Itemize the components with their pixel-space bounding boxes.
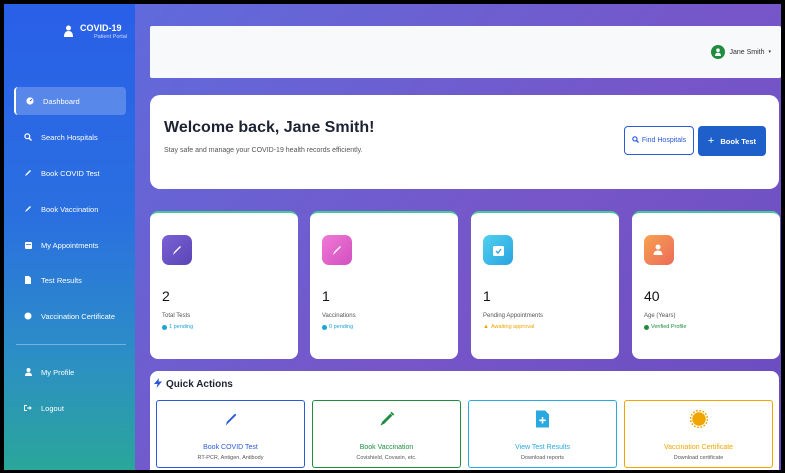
find-hospitals-button[interactable]: Find Hospitals	[624, 126, 694, 155]
sidebar-item-label: Search Hospitals	[41, 132, 98, 142]
quick-action-subtitle: Download reports	[520, 455, 565, 461]
quick-action-label: Vaccination Certificate	[663, 444, 734, 451]
find-hospitals-label: Find Hospitals	[641, 137, 687, 144]
quick-actions-title: Quick Actions	[154, 378, 233, 391]
stat-subtext-label: 0 pending	[329, 324, 354, 330]
sidebar-item-label: Book Vaccination	[41, 204, 99, 214]
logout-icon	[24, 404, 32, 412]
stat-subtext: ▲ Awaiting approval	[483, 324, 534, 330]
stat-label: Total Tests	[162, 313, 191, 319]
quick-action-label: Book Vaccination	[359, 444, 414, 451]
sidebar-item-label: My Profile	[41, 367, 75, 377]
top-bar: Jane Smith ▾	[150, 26, 781, 78]
avatar	[711, 45, 726, 59]
badge-icon	[24, 312, 32, 320]
quick-action-subtitle: Download certificate	[673, 455, 724, 461]
sidebar-item-label: Test Results	[41, 275, 82, 285]
sidebar-item-label: Vaccination Certificate	[41, 311, 116, 321]
quick-action-view-test-results[interactable]: View Test Results Download reports	[468, 400, 617, 468]
user-menu[interactable]: Jane Smith ▾	[711, 45, 771, 59]
sidebar-item-book-vaccination[interactable]: Book Vaccination	[14, 195, 126, 223]
stat-subtext-label: Awaiting approval	[490, 324, 535, 330]
user-icon	[24, 368, 32, 376]
chevron-down-icon: ▾	[768, 49, 771, 55]
stat-value: 1	[483, 288, 491, 304]
stat-value: 2	[162, 288, 170, 304]
stat-card-vaccinations: 1 Vaccinations 0 pending	[310, 211, 458, 359]
welcome-card: Welcome back, Jane Smith! Stay safe and …	[150, 95, 779, 189]
info-icon	[322, 324, 327, 330]
quick-action-vaccination-certificate[interactable]: Vaccination Certificate Download certifi…	[624, 400, 773, 468]
check-circle-icon	[644, 324, 649, 330]
stat-card-total-tests: 2 Total Tests 1 pending	[150, 211, 298, 359]
sidebar-item-test-results[interactable]: Test Results	[14, 266, 126, 294]
sidebar-item-label: My Appointments	[41, 240, 99, 250]
stat-label: Pending Appointments	[483, 313, 544, 319]
test-tube-icon	[162, 235, 192, 265]
sidebar-item-my-profile[interactable]: My Profile	[14, 358, 126, 386]
user-shield-icon	[62, 23, 74, 39]
stat-subtext-label: 1 pending	[169, 324, 194, 330]
book-test-label: Book Test	[720, 136, 757, 146]
quick-action-subtitle: Covishield, Covaxin, etc.	[356, 455, 417, 461]
brand-title: COVID-19	[80, 23, 122, 33]
stat-subtext: 0 pending	[322, 324, 353, 330]
quick-action-label: Book COVID Test	[203, 444, 258, 451]
syringe-icon	[313, 408, 460, 430]
page-title: Welcome back, Jane Smith!	[164, 119, 375, 136]
calendar-icon	[24, 241, 32, 249]
stat-value: 1	[322, 288, 330, 304]
stat-value: 40	[644, 288, 660, 304]
brand-subtitle: Patient Portal	[94, 34, 128, 40]
sidebar-item-dashboard[interactable]: Dashboard	[14, 87, 126, 115]
brand[interactable]: COVID-19 Patient Portal	[62, 23, 127, 40]
quick-action-book-covid-test[interactable]: Book COVID Test RT-PCR, Antigen, Antibod…	[156, 400, 305, 468]
sidebar-item-vaccination-certificate[interactable]: Vaccination Certificate	[14, 302, 126, 330]
certificate-badge-icon	[625, 408, 772, 430]
syringe-icon	[24, 205, 32, 213]
info-icon	[162, 324, 167, 330]
sidebar-item-label: Logout	[41, 403, 64, 413]
sidebar-item-logout[interactable]: Logout	[14, 394, 126, 422]
stat-label: Vaccinations	[322, 313, 356, 319]
stat-card-age: 40 Age (Years) Verified Profile	[632, 211, 780, 359]
test-tube-icon	[157, 408, 304, 430]
stat-subtext: 1 pending	[162, 324, 193, 330]
calendar-check-icon	[483, 235, 513, 265]
gauge-icon	[26, 97, 34, 105]
quick-action-label: View Test Results	[515, 444, 570, 451]
book-test-button[interactable]: + Book Test	[698, 126, 766, 156]
sidebar: COVID-19 Patient Portal Dashboard Search…	[4, 4, 135, 470]
document-icon	[24, 276, 32, 284]
quick-actions-panel: Quick Actions Book COVID Test RT-PCR, An…	[150, 371, 779, 470]
stat-label: Age (Years)	[644, 313, 676, 319]
quick-actions-title-text: Quick Actions	[166, 379, 233, 390]
plus-icon: +	[707, 135, 715, 147]
sidebar-divider	[16, 344, 126, 345]
sidebar-item-search-hospitals[interactable]: Search Hospitals	[14, 123, 126, 151]
warning-icon: ▲	[483, 324, 489, 330]
stat-subtext-label: Verified Profile	[651, 324, 687, 330]
quick-action-book-vaccination[interactable]: Book Vaccination Covishield, Covaxin, et…	[312, 400, 461, 468]
pen-icon	[24, 169, 32, 177]
syringe-icon	[322, 235, 352, 265]
sidebar-item-label: Dashboard	[43, 96, 80, 106]
quick-action-subtitle: RT-PCR, Antigen, Antibody	[197, 455, 264, 461]
app-window: COVID-19 Patient Portal Dashboard Search…	[4, 4, 781, 470]
search-icon	[24, 133, 32, 141]
stat-subtext: Verified Profile	[644, 324, 686, 330]
search-icon	[632, 136, 639, 145]
sidebar-item-label: Book COVID Test	[41, 168, 100, 178]
welcome-subtitle: Stay safe and manage your COVID-19 healt…	[164, 147, 363, 154]
stat-card-pending-appointments: 1 Pending Appointments ▲ Awaiting approv…	[471, 211, 619, 359]
bolt-icon	[154, 378, 162, 391]
user-check-icon	[644, 235, 674, 265]
sidebar-item-book-covid-test[interactable]: Book COVID Test	[14, 159, 126, 187]
user-name: Jane Smith	[729, 48, 765, 56]
document-plus-icon	[469, 408, 616, 430]
sidebar-item-my-appointments[interactable]: My Appointments	[14, 231, 126, 259]
